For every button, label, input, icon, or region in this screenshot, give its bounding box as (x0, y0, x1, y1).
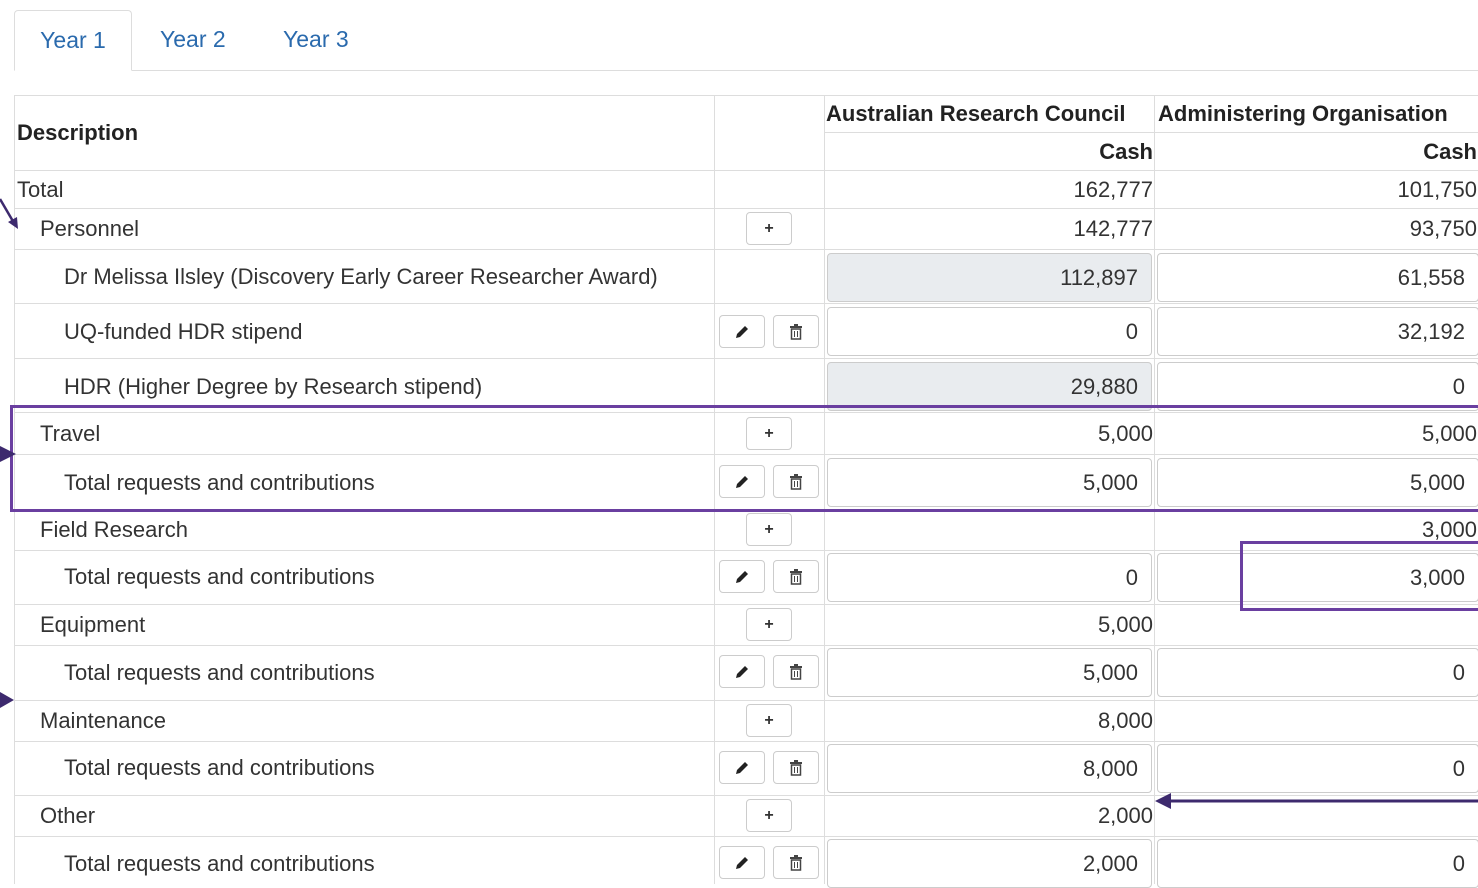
pencil-icon (734, 568, 750, 585)
pencil-icon (734, 854, 750, 871)
hdr-stipend-label: HDR (Higher Degree by Research stipend) (64, 374, 483, 399)
delete-field-research-button[interactable] (773, 560, 819, 593)
trash-icon (789, 323, 803, 340)
maintenance-label: Maintenance (40, 708, 166, 733)
other-total-arc-input[interactable]: 2,000 (827, 839, 1152, 888)
field-research-label: Field Research (40, 517, 188, 542)
other-total-label: Total requests and contributions (64, 851, 375, 876)
pencil-icon (734, 663, 750, 680)
description-header: Description (17, 120, 139, 145)
trash-icon (789, 663, 803, 680)
edit-maintenance-button[interactable] (719, 751, 765, 784)
arc-cash-header: Cash (1099, 139, 1153, 164)
field-research-admin-value: 3,000 (1421, 517, 1477, 542)
uq-stipend-arc-input[interactable]: 0 (827, 307, 1152, 356)
grid-line (15, 208, 1478, 209)
grid-line (15, 700, 1478, 701)
delete-uq-stipend-button[interactable] (773, 315, 819, 348)
maintenance-total-admin-input[interactable]: 0 (1157, 744, 1478, 793)
grid-line (15, 249, 1478, 250)
total-arc-value: 162,777 (1073, 177, 1153, 202)
uq-stipend-label: UQ-funded HDR stipend (64, 319, 303, 344)
arrow-icon (0, 446, 16, 462)
melissa-arc-input: 112,897 (827, 253, 1152, 302)
personnel-admin-value: 93,750 (1409, 216, 1477, 241)
add-personnel-button[interactable]: + (746, 212, 792, 245)
pencil-icon (734, 323, 750, 340)
other-label: Other (40, 803, 96, 828)
maintenance-arc-value: 8,000 (1097, 708, 1153, 733)
arrow-icon (0, 692, 14, 708)
personnel-arc-value: 142,777 (1073, 216, 1153, 241)
field-research-highlight-box (1240, 541, 1478, 611)
plus-icon: + (764, 807, 774, 824)
trash-icon (789, 568, 803, 585)
total-admin-value: 101,750 (1397, 177, 1477, 202)
tab-year-2[interactable]: Year 2 (160, 10, 226, 70)
delete-other-button[interactable] (773, 846, 819, 879)
grid-line (15, 303, 1478, 304)
pencil-icon (734, 759, 750, 776)
equipment-total-admin-input[interactable]: 0 (1157, 648, 1478, 697)
equipment-label: Equipment (40, 612, 146, 637)
arrow-icon (1155, 793, 1478, 809)
other-total-admin-input[interactable]: 0 (1157, 839, 1478, 888)
delete-maintenance-button[interactable] (773, 751, 819, 784)
hdr-admin-input[interactable]: 0 (1157, 362, 1478, 411)
plus-icon: + (764, 616, 774, 633)
grid-line (15, 836, 1478, 837)
grid-line (15, 741, 1478, 742)
field-research-total-label: Total requests and contributions (64, 564, 375, 589)
grid-line (15, 170, 1478, 171)
admin-org-column-header: Administering Organisation (1158, 101, 1448, 126)
delete-equipment-button[interactable] (773, 655, 819, 688)
add-maintenance-button[interactable]: + (746, 704, 792, 737)
edit-other-button[interactable] (719, 846, 765, 879)
grid-line (15, 645, 1478, 646)
grid-line (824, 132, 1478, 133)
add-field-research-button[interactable]: + (746, 513, 792, 546)
year-tabs: Year 1 Year 2 Year 3 (14, 10, 1478, 71)
field-research-total-arc-input[interactable]: 0 (827, 553, 1152, 602)
edit-equipment-button[interactable] (719, 655, 765, 688)
uq-stipend-admin-input[interactable]: 32,192 (1157, 307, 1478, 356)
trash-icon (789, 854, 803, 871)
plus-icon: + (764, 712, 774, 729)
total-label: Total (17, 177, 64, 202)
equipment-arc-value: 5,000 (1097, 612, 1153, 637)
tab-year-1[interactable]: Year 1 (14, 10, 132, 71)
trash-icon (789, 759, 803, 776)
edit-uq-stipend-button[interactable] (719, 315, 765, 348)
equipment-total-label: Total requests and contributions (64, 660, 375, 685)
add-equipment-button[interactable]: + (746, 608, 792, 641)
plus-icon: + (764, 220, 774, 237)
edit-field-research-button[interactable] (719, 560, 765, 593)
add-other-button[interactable]: + (746, 799, 792, 832)
travel-highlight-box (10, 405, 1478, 512)
plus-icon: + (764, 521, 774, 538)
maintenance-total-label: Total requests and contributions (64, 755, 375, 780)
equipment-total-arc-input[interactable]: 5,000 (827, 648, 1152, 697)
tab-year-3[interactable]: Year 3 (283, 10, 349, 70)
arc-column-header: Australian Research Council (826, 101, 1126, 126)
arrow-icon (0, 198, 18, 229)
melissa-label: Dr Melissa Ilsley (Discovery Early Caree… (64, 264, 658, 289)
other-arc-value: 2,000 (1097, 803, 1153, 828)
grid-line (15, 358, 1478, 359)
personnel-label: Personnel (40, 216, 140, 241)
melissa-admin-input[interactable]: 61,558 (1157, 253, 1478, 302)
maintenance-total-arc-input[interactable]: 8,000 (827, 744, 1152, 793)
admin-cash-header: Cash (1423, 139, 1477, 164)
hdr-arc-input: 29,880 (827, 362, 1152, 411)
